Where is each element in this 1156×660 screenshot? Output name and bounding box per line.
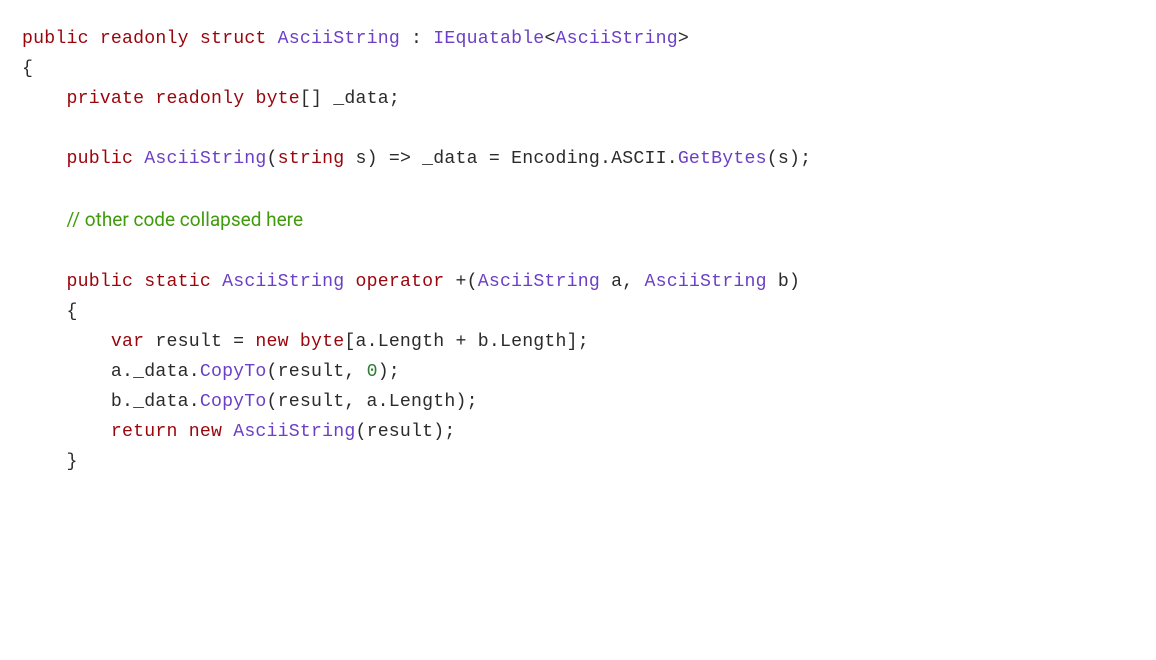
brace-open: {: [22, 59, 33, 79]
kw-public: public: [66, 272, 133, 292]
op-brace-close: }: [22, 452, 78, 472]
assign: _data = Encoding.ASCII.: [411, 149, 678, 169]
ctor-name: AsciiString: [144, 149, 266, 169]
collapsed-comment: // other code collapsed here: [66, 208, 303, 231]
kw-var: var: [111, 332, 144, 352]
indent: [22, 392, 111, 412]
param-b: b): [767, 272, 800, 292]
method-copyto: CopyTo: [200, 392, 267, 412]
tail: (s);: [767, 149, 811, 169]
brackets: []: [300, 89, 333, 109]
indent: [22, 89, 66, 109]
result-tail: [a.Length + b.Length];: [344, 332, 589, 352]
kw-readonly: readonly: [100, 29, 189, 49]
op-brace-open: {: [22, 302, 78, 322]
kw-static: static: [144, 272, 211, 292]
kw-public: public: [22, 29, 89, 49]
ctor-type: AsciiString: [233, 422, 355, 442]
kw-byte: byte: [255, 89, 299, 109]
ret-type: AsciiString: [222, 272, 344, 292]
arrow: =>: [389, 149, 411, 169]
copy-b-tail: (result, a.Length);: [267, 392, 478, 412]
kw-private: private: [66, 89, 144, 109]
indent: [22, 332, 111, 352]
angle-close: >: [678, 29, 689, 49]
method-getbytes: GetBytes: [678, 149, 767, 169]
angle-open: <: [544, 29, 555, 49]
indent: [22, 362, 111, 382]
param-b-type: AsciiString: [644, 272, 766, 292]
type-iequatable: IEquatable: [433, 29, 544, 49]
kw-new: new: [189, 422, 222, 442]
kw-byte: byte: [300, 332, 344, 352]
param-a-type: AsciiString: [478, 272, 600, 292]
copy-a-prefix: a._data.: [111, 362, 200, 382]
paren: (: [267, 149, 278, 169]
sp: [178, 422, 189, 442]
kw-return: return: [111, 422, 178, 442]
indent: [22, 212, 66, 232]
semi: ;: [389, 89, 400, 109]
plus-open: +(: [444, 272, 477, 292]
indent: [22, 149, 66, 169]
type-asciistring: AsciiString: [278, 29, 400, 49]
param: s): [344, 149, 388, 169]
return-tail: (result);: [355, 422, 455, 442]
kw-readonly: readonly: [155, 89, 244, 109]
sp: [289, 332, 300, 352]
method-copyto: CopyTo: [200, 362, 267, 382]
copy-a-mid: (result,: [267, 362, 367, 382]
sp: [222, 422, 233, 442]
kw-struct: struct: [200, 29, 267, 49]
copy-b-prefix: b._data.: [111, 392, 200, 412]
type-asciistring-arg: AsciiString: [556, 29, 678, 49]
result-name: result =: [144, 332, 255, 352]
param-a: a,: [600, 272, 644, 292]
indent: [22, 422, 111, 442]
indent: [22, 272, 66, 292]
copy-a-tail: );: [378, 362, 400, 382]
kw-new: new: [255, 332, 288, 352]
field-name: _data: [333, 89, 389, 109]
code-block: public readonly struct AsciiString : IEq…: [0, 0, 1156, 517]
colon: :: [400, 29, 433, 49]
kw-string: string: [278, 149, 345, 169]
kw-operator: operator: [355, 272, 444, 292]
kw-public: public: [66, 149, 133, 169]
literal-zero: 0: [367, 362, 378, 382]
